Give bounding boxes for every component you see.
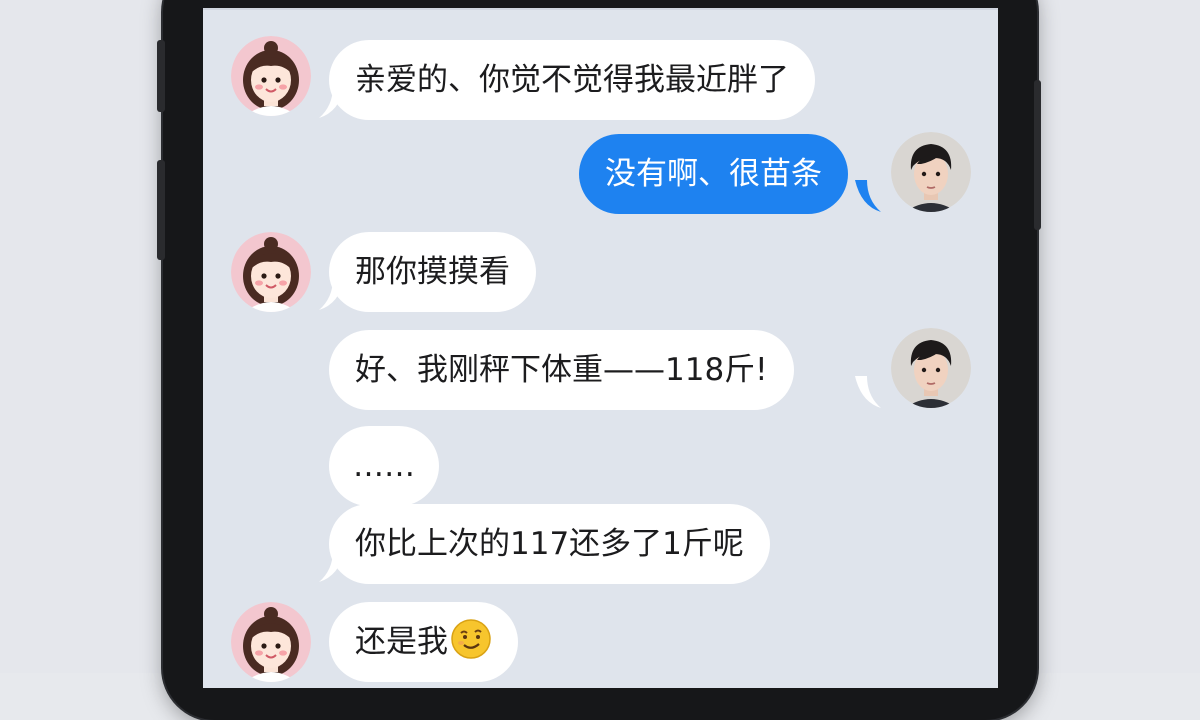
boyfriend-avatar[interactable]: [891, 132, 971, 212]
message-bubble[interactable]: 你比上次的117还多了1斤呢: [329, 504, 770, 584]
message-bubble[interactable]: 那你摸摸看: [329, 232, 536, 312]
bubble-tail: [855, 376, 881, 408]
side-button: [157, 40, 165, 112]
girlfriend-avatar[interactable]: [231, 602, 311, 682]
bubble-tail: [319, 550, 345, 582]
top-divider: [203, 8, 998, 10]
smiling-face-emoji-icon: [451, 619, 491, 659]
side-button: [157, 160, 165, 260]
side-button: [1034, 80, 1041, 230]
chat-screen: 亲爱的、你觉不觉得我最近胖了 没有啊、很苗条 那你摸摸看 好、我刚秤下体重——1…: [203, 8, 998, 688]
boyfriend-avatar[interactable]: [891, 328, 971, 408]
message-bubble[interactable]: ……: [329, 426, 439, 506]
bubble-tail: [319, 278, 345, 310]
message-bubble[interactable]: 好、我刚秤下体重——118斤!: [329, 330, 794, 410]
girlfriend-avatar[interactable]: [231, 232, 311, 312]
message-text: 还是我: [355, 624, 448, 660]
message-bubble[interactable]: 还是我: [329, 602, 518, 682]
bubble-tail: [319, 86, 345, 118]
message-bubble[interactable]: 亲爱的、你觉不觉得我最近胖了: [329, 40, 815, 120]
girlfriend-avatar[interactable]: [231, 36, 311, 116]
message-bubble-sent[interactable]: 没有啊、很苗条: [579, 134, 848, 214]
bubble-tail: [855, 180, 881, 212]
